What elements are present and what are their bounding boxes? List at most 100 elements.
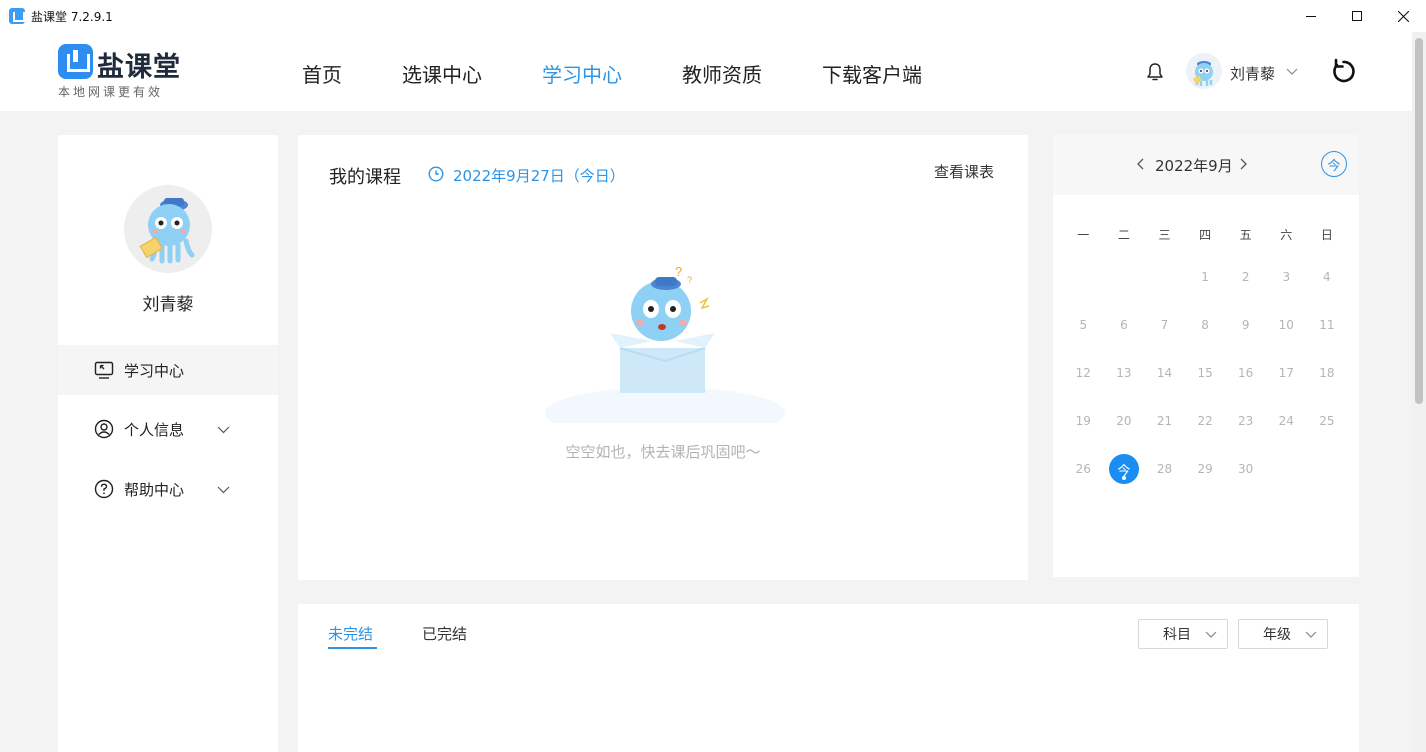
calendar-day[interactable]: 17 bbox=[1266, 349, 1307, 397]
calendar-day[interactable]: 18 bbox=[1307, 349, 1348, 397]
calendar-day-label: 10 bbox=[1278, 318, 1294, 332]
minimize-icon bbox=[1306, 15, 1316, 17]
calendar-day[interactable]: 10 bbox=[1266, 301, 1307, 349]
calendar-day-label: 29 bbox=[1197, 462, 1213, 476]
sidebar: 刘青藜 学习中心 个人信息 帮助中心 bbox=[58, 135, 278, 752]
course-list-panel: 未完结 已完结 科目 年级 bbox=[298, 604, 1359, 752]
sidebar-item-label: 学习中心 bbox=[124, 361, 185, 380]
calendar-day[interactable]: 7 bbox=[1144, 301, 1185, 349]
calendar-day[interactable]: 19 bbox=[1063, 397, 1104, 445]
calendar-day-label: 2 bbox=[1241, 270, 1250, 284]
calendar-weekday: 日 bbox=[1320, 227, 1333, 242]
calendar-day[interactable]: 28 bbox=[1144, 445, 1185, 493]
calendar-day-label: 8 bbox=[1201, 318, 1209, 332]
calendar-day[interactable]: 3 bbox=[1266, 253, 1307, 301]
window-title: 盐课堂 7.2.9.1 bbox=[31, 9, 113, 24]
vertical-scrollbar[interactable] bbox=[1412, 32, 1426, 752]
user-name[interactable]: 刘青藜 bbox=[1230, 63, 1275, 84]
calendar-day-label: 30 bbox=[1238, 462, 1254, 476]
app-header: 盐课堂 本地网课更有效 首页 选课中心 学习中心 教师资质 下载客户端 刘青藜 bbox=[0, 32, 1412, 111]
svg-text:?: ? bbox=[687, 275, 692, 285]
calendar-day[interactable]: 6 bbox=[1104, 301, 1145, 349]
calendar-day-label: 5 bbox=[1079, 318, 1088, 332]
calendar-weekday: 六 bbox=[1280, 227, 1293, 242]
view-schedule-link[interactable]: 查看课表 bbox=[934, 161, 994, 182]
minimize-button[interactable] bbox=[1288, 0, 1334, 32]
nav-course-center[interactable]: 选课中心 bbox=[402, 59, 482, 88]
calendar-header: 2022年9月 今 bbox=[1053, 135, 1359, 195]
chevron-right-icon[interactable] bbox=[1237, 157, 1249, 171]
sidebar-item-learning-center[interactable]: 学习中心 bbox=[58, 345, 278, 395]
maximize-icon bbox=[1352, 11, 1362, 21]
calendar-day[interactable]: 13 bbox=[1104, 349, 1145, 397]
logo-icon bbox=[58, 44, 93, 79]
calendar-day[interactable]: 30 bbox=[1225, 445, 1266, 493]
user-circle-icon bbox=[94, 419, 114, 439]
chevron-down-icon[interactable] bbox=[1286, 65, 1298, 77]
refresh-icon[interactable] bbox=[1330, 58, 1357, 85]
calendar-day[interactable]: 21 bbox=[1144, 397, 1185, 445]
calendar-day-label: 今 bbox=[1108, 454, 1139, 484]
close-button[interactable] bbox=[1380, 0, 1426, 32]
calendar-day[interactable]: 14 bbox=[1144, 349, 1185, 397]
calendar-day[interactable]: 8 bbox=[1185, 301, 1226, 349]
calendar-day[interactable]: 2 bbox=[1225, 253, 1266, 301]
profile-avatar[interactable] bbox=[124, 185, 212, 273]
sidebar-item-help-center[interactable]: 帮助中心 bbox=[58, 464, 278, 514]
calendar-day[interactable]: 24 bbox=[1266, 397, 1307, 445]
calendar-day[interactable]: 1 bbox=[1185, 253, 1226, 301]
my-courses-card: 我的课程 2022年9月27日（今日） 查看课表 ? ? 空空如也，快去课后巩固… bbox=[298, 135, 1028, 580]
sidebar-item-label: 帮助中心 bbox=[124, 480, 185, 499]
calendar-grid: 一二三四五六日 1 2 3 4 5 6 7 8 9 10 11 12 13 14 15 16 17 18 19 20 21… bbox=[1063, 215, 1347, 493]
tab-finished[interactable]: 已完结 bbox=[422, 623, 467, 644]
subject-select[interactable]: 科目 bbox=[1138, 619, 1228, 649]
calendar-day[interactable]: 16 bbox=[1225, 349, 1266, 397]
chevron-down-icon bbox=[1305, 631, 1317, 638]
logo-slogan: 本地网课更有效 bbox=[58, 85, 164, 99]
bell-icon[interactable] bbox=[1144, 61, 1166, 83]
nav-learning-center[interactable]: 学习中心 bbox=[542, 59, 622, 88]
calendar-blank-cell bbox=[1063, 253, 1104, 301]
calendar-day[interactable]: 20 bbox=[1104, 397, 1145, 445]
nav-home[interactable]: 首页 bbox=[302, 59, 342, 88]
calendar-day-label: 26 bbox=[1075, 462, 1091, 476]
calendar-day[interactable]: 11 bbox=[1307, 301, 1348, 349]
calendar-day-label: 18 bbox=[1319, 366, 1335, 380]
calendar-blank-cell bbox=[1104, 253, 1145, 301]
tab-unfinished[interactable]: 未完结 bbox=[328, 623, 373, 644]
scrollbar-thumb[interactable] bbox=[1415, 38, 1423, 404]
calendar-day-label: 28 bbox=[1156, 462, 1173, 476]
nav-download-client[interactable]: 下载客户端 bbox=[822, 59, 922, 88]
calendar-weekday: 四 bbox=[1199, 227, 1212, 242]
nav-teacher-qualification[interactable]: 教师资质 bbox=[682, 59, 762, 88]
maximize-button[interactable] bbox=[1334, 0, 1380, 32]
user-avatar[interactable] bbox=[1186, 53, 1222, 89]
chevron-down-icon bbox=[217, 426, 230, 433]
calendar-day-label: 19 bbox=[1075, 414, 1091, 428]
grade-select[interactable]: 年级 bbox=[1238, 619, 1328, 649]
calendar-today-button[interactable]: 今 bbox=[1321, 151, 1347, 177]
calendar-day[interactable]: 9 bbox=[1225, 301, 1266, 349]
calendar-day[interactable]: 5 bbox=[1063, 301, 1104, 349]
calendar-day[interactable]: 15 bbox=[1185, 349, 1226, 397]
calendar-day[interactable]: 29 bbox=[1185, 445, 1226, 493]
calendar: 2022年9月 今 一二三四五六日 1 2 3 4 5 6 7 8 9 10 11 12 13 14 15 16… bbox=[1053, 135, 1359, 577]
calendar-blank-cell bbox=[1144, 253, 1185, 301]
logo-name: 盐课堂 bbox=[97, 52, 181, 83]
calendar-day-label: 16 bbox=[1238, 366, 1254, 380]
calendar-month: 2022年9月 bbox=[1155, 157, 1233, 175]
card-title: 我的课程 bbox=[329, 167, 401, 188]
app-icon bbox=[9, 8, 25, 24]
calendar-day-today[interactable]: 今 bbox=[1104, 445, 1145, 493]
chevron-left-icon[interactable] bbox=[1135, 157, 1147, 171]
chevron-down-icon bbox=[217, 486, 230, 493]
calendar-day[interactable]: 25 bbox=[1307, 397, 1348, 445]
calendar-day[interactable]: 26 bbox=[1063, 445, 1104, 493]
calendar-day[interactable]: 22 bbox=[1185, 397, 1226, 445]
calendar-day[interactable]: 4 bbox=[1307, 253, 1348, 301]
sidebar-item-personal-info[interactable]: 个人信息 bbox=[58, 404, 278, 454]
calendar-day[interactable]: 12 bbox=[1063, 349, 1104, 397]
calendar-day-label: 25 bbox=[1319, 414, 1335, 428]
calendar-day-label: 17 bbox=[1278, 366, 1294, 380]
calendar-day[interactable]: 23 bbox=[1225, 397, 1266, 445]
